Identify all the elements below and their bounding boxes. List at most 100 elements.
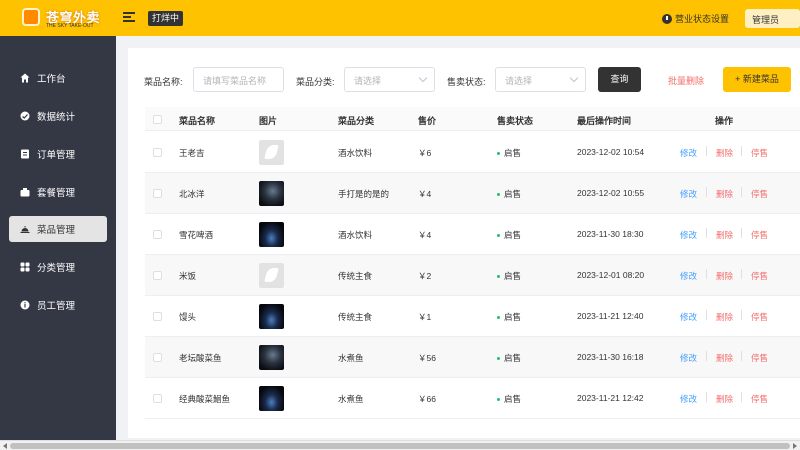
sidebar-item-employees[interactable]: 员工管理 [9,292,107,318]
action-divider [741,351,742,361]
logo-subtitle: THE SKY TAKE-OUT [46,23,94,29]
query-button[interactable]: 查询 [598,67,641,92]
sidebar-item-statistics[interactable]: 数据统计 [9,103,107,129]
dish-image [259,140,284,165]
edit-button[interactable]: 修改 [680,147,697,159]
delete-button[interactable]: 删除 [716,188,733,200]
updated-time: 2023-12-02 10:54 [577,147,645,157]
sidebar: 工作台 数据统计 订单管理 套餐管理 菜品管理 分类管理 员工管理 [0,36,116,450]
updated-time: 2023-11-21 12:40 [577,311,644,321]
action-divider [741,269,742,279]
employee-icon [20,300,30,310]
sale-status: 启售 [497,270,521,282]
dish-category-select[interactable]: 请选择 [344,67,435,92]
column-header-name: 菜品名称 [179,116,216,126]
sidebar-item-workbench[interactable]: 工作台 [9,65,107,91]
row-checkbox[interactable] [153,148,162,157]
delete-button[interactable]: 删除 [716,147,733,159]
dish-image [259,386,284,411]
user-menu-button[interactable]: 管理员 [745,9,800,28]
stop-sale-button[interactable]: 停售 [751,270,768,282]
action-divider [741,392,742,402]
stop-sale-button[interactable]: 停售 [751,147,768,159]
delete-button[interactable]: 删除 [716,352,733,364]
dish-name-input[interactable]: 请填写菜品名称 [193,67,284,92]
scroll-right-icon[interactable] [793,443,797,449]
updated-time: 2023-12-01 08:20 [577,270,645,280]
edit-button[interactable]: 修改 [680,352,697,364]
delete-button[interactable]: 删除 [716,229,733,241]
dish-price: ￥6 [418,148,432,158]
store-status-setting-button[interactable]: 营业状态设置 [662,12,729,25]
column-header-status: 售卖状态 [497,116,534,126]
filter-bar: 菜品名称: 请填写菜品名称 菜品分类: 请选择 售卖状态: 请选择 查询 批量删… [128,48,800,110]
delete-button[interactable]: 删除 [716,393,733,405]
dish-category: 酒水饮料 [338,148,373,158]
action-divider [706,392,707,402]
column-header-category: 菜品分类 [338,116,375,126]
delete-button[interactable]: 删除 [716,270,733,282]
stop-sale-button[interactable]: 停售 [751,229,768,241]
dish-name: 北冰洋 [179,189,205,199]
delete-button[interactable]: 删除 [716,311,733,323]
sidebar-item-setmeal[interactable]: 套餐管理 [9,179,107,205]
sale-status-select[interactable]: 请选择 [495,67,586,92]
action-divider [706,269,707,279]
edit-button[interactable]: 修改 [680,270,697,282]
row-checkbox[interactable] [153,230,162,239]
action-divider [706,228,707,238]
store-status-setting-label: 营业状态设置 [675,14,730,24]
stop-sale-button[interactable]: 停售 [751,188,768,200]
row-checkbox[interactable] [153,312,162,321]
stop-sale-button[interactable]: 停售 [751,393,768,405]
sidebar-item-categories[interactable]: 分类管理 [9,254,107,280]
logo: 苍穹外卖 THE SKY TAKE-OUT [22,6,100,30]
row-checkbox[interactable] [153,394,162,403]
stop-sale-button[interactable]: 停售 [751,311,768,323]
category-icon [20,262,30,272]
batch-delete-button[interactable]: 批量删除 [668,74,704,87]
status-dot-icon [497,275,500,279]
dish-image [259,304,284,329]
sale-status-text: 启售 [504,394,522,404]
sidebar-item-orders[interactable]: 订单管理 [9,141,107,167]
dish-price: ￥4 [418,189,432,199]
edit-button[interactable]: 修改 [680,229,697,241]
table-row: 老坛酸菜鱼 水煮鱼 ￥56 启售 2023-11-30 16:18 修改 删除 停售 [145,337,800,378]
edit-button[interactable]: 修改 [680,311,697,323]
dish-name: 雪花啤酒 [179,230,214,240]
sidebar-item-dishes[interactable]: 菜品管理 [9,216,107,242]
row-checkbox[interactable] [153,271,162,280]
dish-price: ￥2 [418,271,432,281]
select-all-checkbox[interactable] [153,115,162,124]
sidebar-item-label: 数据统计 [37,112,76,123]
sale-status: 启售 [497,147,521,159]
scroll-left-icon[interactable] [3,443,7,449]
updated-time: 2023-12-02 10:55 [577,188,645,198]
menu-toggle-icon[interactable] [123,12,135,23]
dish-category: 手打是的是的 [338,189,390,199]
stop-sale-button[interactable]: 停售 [751,352,768,364]
edit-button[interactable]: 修改 [680,188,697,200]
dish-image [259,181,284,206]
action-divider [706,187,707,197]
chart-icon [20,111,30,121]
horizontal-scrollbar[interactable] [0,440,800,450]
table-header: 菜品名称 图片 菜品分类 售价 售卖状态 最后操作时间 操作 [145,107,800,131]
sidebar-item-label: 员工管理 [37,301,76,312]
dish-name: 米饭 [179,271,197,281]
edit-button[interactable]: 修改 [680,393,697,405]
scrollbar-thumb[interactable] [10,443,790,449]
logo-badge-icon [22,8,40,26]
row-checkbox[interactable] [153,353,162,362]
sale-status-text: 启售 [504,271,522,281]
add-dish-button[interactable]: + 新建菜品 [723,67,791,92]
action-divider [706,351,707,361]
main-panel: 菜品名称: 请填写菜品名称 菜品分类: 请选择 售卖状态: 请选择 查询 批量删… [128,48,800,438]
table-row: 雪花啤酒 酒水饮料 ￥4 启售 2023-11-30 18:30 修改 删除 停售 [145,214,800,255]
row-checkbox[interactable] [153,189,162,198]
updated-time: 2023-11-30 16:18 [577,352,644,362]
sale-status: 启售 [497,229,521,241]
dish-price: ￥66 [418,394,436,404]
setmeal-icon [20,187,30,197]
